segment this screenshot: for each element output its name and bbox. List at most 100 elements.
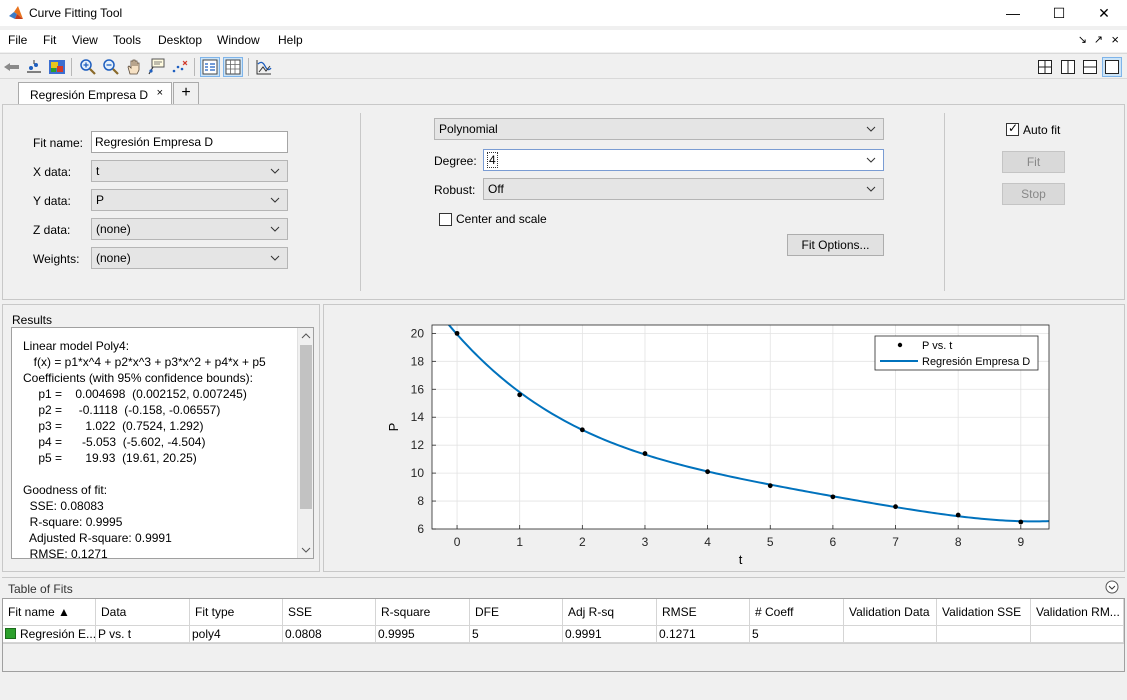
table-cell-fit-name: Regresión E... [3, 626, 96, 643]
stop-button[interactable]: Stop [1002, 183, 1065, 205]
menu-desktop[interactable]: Desktop [158, 33, 202, 47]
data-point [893, 504, 898, 510]
fit-name-text: Regresión E... [20, 627, 96, 641]
tile-rows-icon[interactable] [1080, 57, 1100, 77]
table-of-fits-header: Table of Fits [2, 577, 1125, 597]
results-line: Adjusted R-square: 0.9991 [23, 531, 172, 545]
status-bar [0, 676, 1127, 700]
fit-options-button[interactable]: Fit Options... [787, 234, 884, 256]
dock-icon[interactable]: ↗ [1094, 33, 1103, 46]
minimize-button[interactable]: — [990, 0, 1036, 26]
results-line: Goodness of fit: [23, 483, 108, 497]
close-window-button[interactable]: ✕ [1081, 0, 1127, 26]
z-data-select[interactable]: (none) [91, 218, 288, 240]
data-point [579, 427, 585, 433]
results-text-area[interactable]: Linear model Poly4: f(x) = p1*x^4 + p2*x… [11, 327, 314, 559]
z-data-value: (none) [96, 222, 131, 236]
column-header-data[interactable]: Data [96, 599, 190, 626]
column-header-r-square[interactable]: R-square [376, 599, 470, 626]
column-header-rmse[interactable]: RMSE [657, 599, 750, 626]
table-of-fits[interactable]: Fit name ▲ Data Fit type SSE R-square DF… [2, 598, 1125, 672]
table-horizontal-scrollbar[interactable] [3, 643, 1124, 671]
robust-select[interactable]: Off [483, 178, 884, 200]
fit-button[interactable]: Fit [1002, 151, 1065, 173]
column-header-num-coeff[interactable]: # Coeff [750, 599, 844, 626]
data-cursor-icon[interactable] [24, 57, 44, 77]
tab-regresion-empresa-d[interactable]: Regresión Empresa D × [18, 82, 172, 104]
results-line: p2 = -0.1118 (-0.158, -0.06557) [15, 403, 221, 417]
column-header-validation-rmse[interactable]: Validation RM... [1031, 599, 1124, 626]
menu-view[interactable]: View [72, 33, 98, 47]
menu-window[interactable]: Window [217, 33, 260, 47]
column-header-fit-type[interactable]: Fit type [190, 599, 283, 626]
pan-hand-icon[interactable] [124, 57, 144, 77]
table-cell [1031, 626, 1124, 643]
scroll-up-icon[interactable] [301, 332, 311, 340]
add-fit-tab-button[interactable]: + [173, 82, 199, 104]
maximize-button[interactable]: ☐ [1036, 0, 1082, 26]
menu-fit[interactable]: Fit [43, 33, 56, 47]
legend-toggle-icon[interactable] [200, 57, 220, 77]
results-line: R-square: 0.9995 [23, 515, 123, 529]
weights-select[interactable]: (none) [91, 247, 288, 269]
column-header-validation-data[interactable]: Validation Data [844, 599, 937, 626]
undock-icon[interactable]: ↘ [1078, 33, 1087, 46]
data-cursor-label-icon[interactable] [146, 57, 166, 77]
maximize-icon: ☐ [1052, 4, 1066, 21]
tile-grid-icon[interactable] [1035, 57, 1055, 77]
y-data-select[interactable]: P [91, 189, 288, 211]
fit-plot[interactable]: 0 1 2 3 4 5 6 7 8 968101214161820 t P P vs. t Reg… [324, 305, 1124, 571]
x-tick-label: 3 [642, 535, 649, 549]
auto-fit-checkbox[interactable] [1006, 121, 1019, 136]
menu-file[interactable]: File [8, 33, 27, 47]
column-header-fit-name[interactable]: Fit name ▲ [3, 599, 96, 626]
results-scroll-thumb[interactable] [300, 345, 312, 509]
x-data-select[interactable]: t [91, 160, 288, 182]
table-cell: 0.0808 [283, 626, 376, 643]
fit-name-input[interactable]: Regresión Empresa D [91, 131, 288, 153]
zoom-in-icon[interactable] [78, 57, 98, 77]
exclude-outliers-icon[interactable] [170, 57, 190, 77]
scroll-down-icon[interactable] [301, 546, 311, 554]
y-axis-label: P [386, 423, 401, 432]
data-point [705, 469, 711, 475]
degree-select[interactable]: 4 [483, 149, 884, 171]
toolbar-separator [248, 58, 249, 76]
plot-legend[interactable]: P vs. t Regresión Empresa D [874, 335, 1039, 371]
colormap-icon[interactable] [47, 57, 67, 77]
plot-panel: 0 1 2 3 4 5 6 7 8 9 6 8 10 12 14 16 18 20 t P P vs. t Reg… [323, 304, 1125, 572]
tile-columns-icon[interactable] [1058, 57, 1078, 77]
menu-help[interactable]: Help [278, 33, 303, 47]
legend-label-points: P vs. t [922, 340, 952, 352]
table-cell [937, 626, 1031, 643]
close-icon[interactable]: × [1111, 32, 1119, 47]
model-type-select[interactable]: Polynomial [434, 118, 884, 140]
column-header-dfe[interactable]: DFE [470, 599, 563, 626]
results-scrollbar[interactable] [297, 328, 313, 558]
single-view-icon[interactable] [1102, 57, 1122, 77]
column-header-sse[interactable]: SSE [283, 599, 376, 626]
x-tick-label: 8 [955, 535, 962, 549]
results-panel: Results Linear model Poly4: f(x) = p1*x^… [2, 304, 320, 572]
grid-toggle-icon[interactable] [223, 57, 243, 77]
center-scale-checkbox[interactable] [439, 213, 452, 226]
results-line: p5 = 19.93 (19.61, 20.25) [15, 451, 197, 465]
y-tick-label: 6 [417, 522, 424, 536]
results-line: SSE: 0.08083 [23, 499, 104, 513]
results-title: Results [12, 313, 53, 327]
y-tick-label: 8 [417, 494, 424, 508]
column-header-adj-r-sq[interactable]: Adj R-sq [563, 599, 657, 626]
collapse-icon[interactable] [1105, 580, 1119, 594]
close-icon[interactable]: × [157, 87, 163, 99]
x-tick-label: 0 [454, 535, 461, 549]
pan-back-icon[interactable] [2, 57, 22, 77]
column-header-validation-sse[interactable]: Validation SSE [937, 599, 1031, 626]
y-tick-label: 18 [411, 354, 425, 368]
table-cell: 0.1271 [657, 626, 750, 643]
zoom-out-icon[interactable] [101, 57, 121, 77]
panel-divider [360, 113, 361, 291]
residuals-plot-icon[interactable] [254, 57, 274, 77]
panel-divider [944, 113, 945, 291]
menu-tools[interactable]: Tools [113, 33, 141, 47]
y-tick-label: 14 [411, 410, 425, 424]
